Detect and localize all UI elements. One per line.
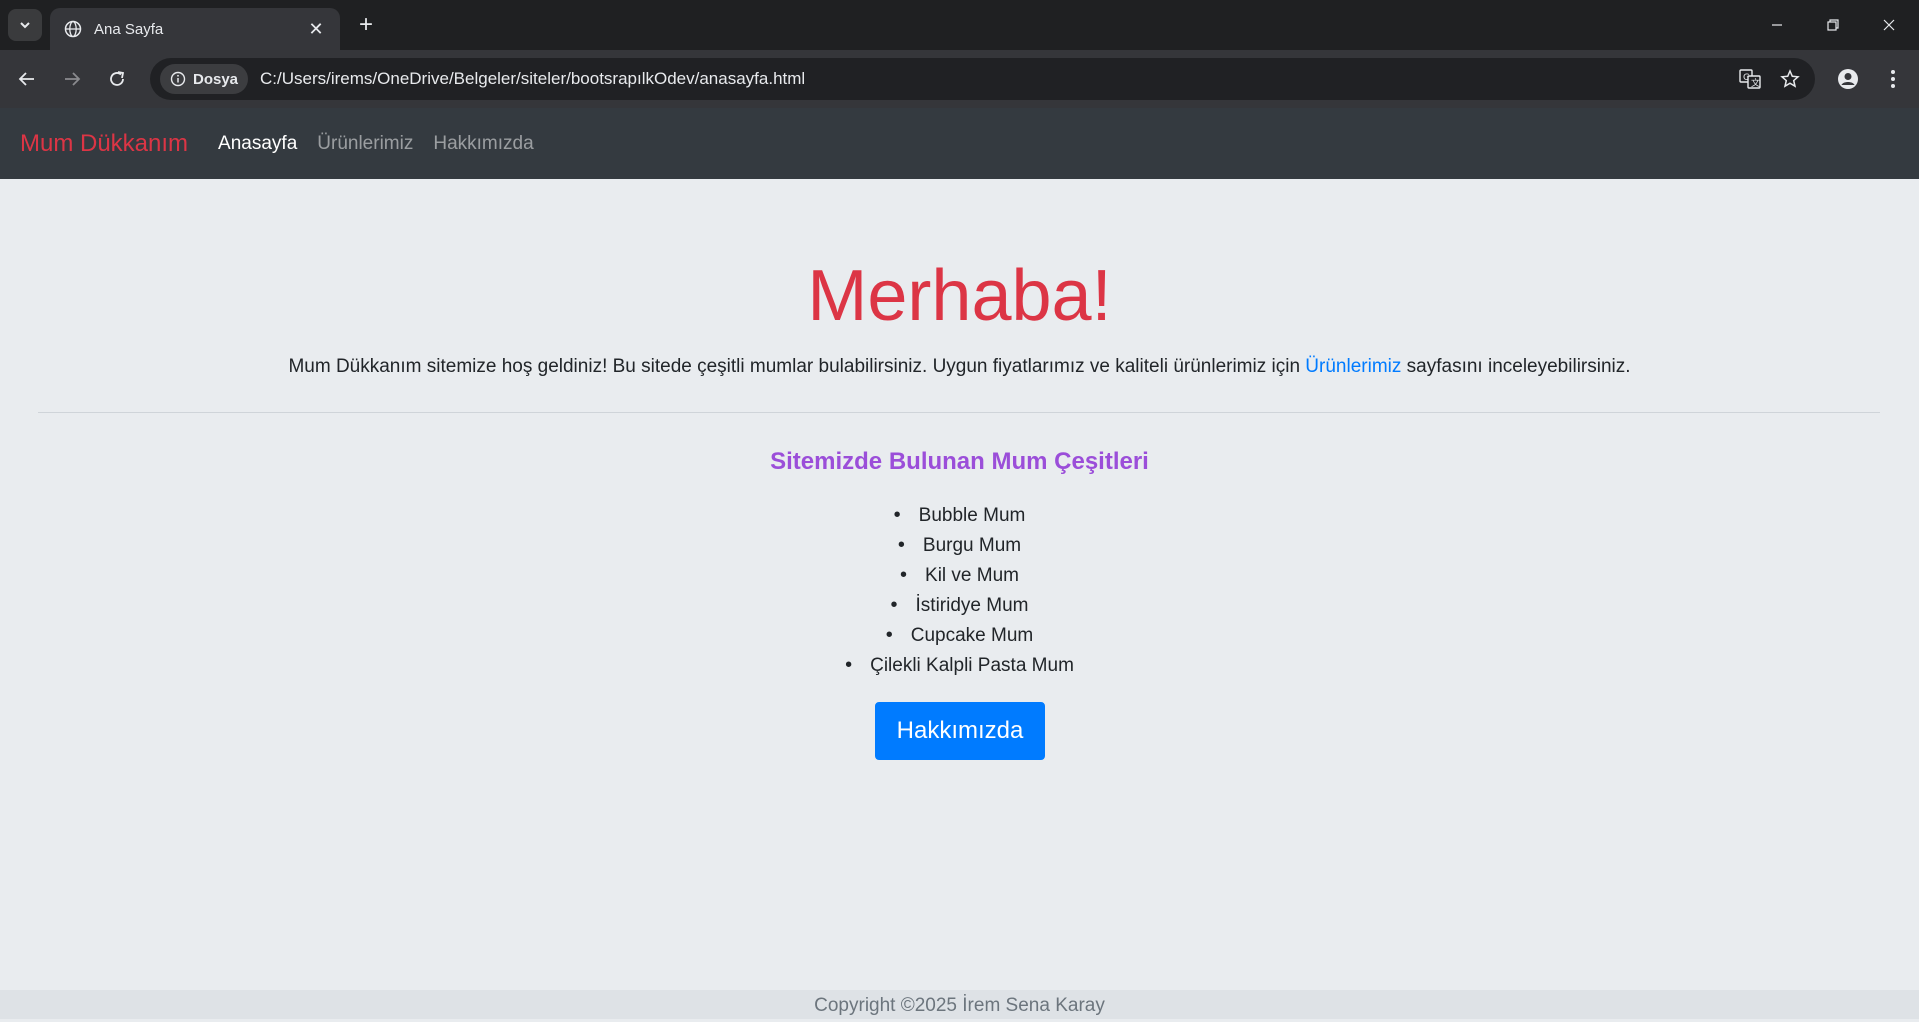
plus-icon[interactable]: +	[352, 12, 380, 40]
lead-text-before: Mum Dükkanım sitemize hoş geldiniz! Bu s…	[288, 356, 1306, 377]
restore-icon[interactable]	[1810, 10, 1856, 40]
tab-title: Ana Sayfa	[94, 20, 164, 38]
list-item: Cupcake Mum	[0, 620, 1919, 650]
close-icon[interactable]: ✕	[306, 19, 326, 40]
site-info-chip[interactable]: Dosya	[160, 64, 249, 94]
list-item: Çilekli Kalpli Pasta Mum	[0, 650, 1919, 680]
hero-title: Merhaba!	[807, 256, 1112, 336]
nav-link-anasayfa[interactable]: Anasayfa	[218, 133, 297, 155]
list-item: Bubble Mum	[0, 500, 1919, 530]
section-title: Sitemizde Bulunan Mum Çeşitleri	[770, 448, 1149, 475]
site-info-label: Dosya	[193, 70, 239, 88]
translate-icon[interactable]: G 文	[1735, 64, 1765, 94]
candle-list: Bubble Mum Burgu Mum Kil ve Mum İstiridy…	[0, 500, 1919, 680]
back-icon[interactable]	[12, 64, 42, 94]
list-item: Burgu Mum	[0, 530, 1919, 560]
svg-text:文: 文	[1751, 77, 1760, 89]
lead-products-link[interactable]: Ürünlerimiz	[1305, 356, 1401, 377]
nav-link-hakkimizda[interactable]: Hakkımızda	[433, 133, 533, 155]
browser-toolbar: Dosya C:/Users/irems/OneDrive/Belgeler/s…	[0, 50, 1919, 108]
globe-icon	[64, 20, 82, 38]
reload-icon[interactable]	[102, 64, 132, 94]
lead-text-after: sayfasını inceleyebilirsiniz.	[1401, 356, 1631, 377]
profile-icon[interactable]	[1833, 64, 1863, 94]
address-bar[interactable]: Dosya C:/Users/irems/OneDrive/Belgeler/s…	[150, 58, 1815, 100]
nav-link-urunlerimiz[interactable]: Ürünlerimiz	[317, 133, 413, 155]
page-viewport: Mum Dükkanım Anasayfa Ürünlerimiz Hakkım…	[0, 108, 1919, 1019]
tab-list-icon	[20, 22, 30, 29]
info-icon	[170, 71, 186, 87]
footer-copyright: Copyright ©2025 İrem Sena Karay	[0, 990, 1919, 1019]
list-item: Kil ve Mum	[0, 560, 1919, 590]
forward-icon[interactable]	[57, 64, 87, 94]
hero-lead: Mum Dükkanım sitemize hoş geldiniz! Bu s…	[0, 356, 1919, 378]
menu-icon[interactable]	[1878, 64, 1908, 94]
divider	[38, 412, 1880, 413]
brand-link[interactable]: Mum Dükkanım	[20, 130, 188, 158]
window-close-icon[interactable]	[1866, 10, 1912, 40]
about-button[interactable]: Hakkımızda	[875, 702, 1045, 760]
url-text[interactable]: C:/Users/irems/OneDrive/Belgeler/siteler…	[260, 69, 1735, 89]
browser-tab[interactable]: Ana Sayfa ✕	[50, 8, 340, 50]
list-item: İstiridye Mum	[0, 590, 1919, 620]
tab-list-button[interactable]	[8, 9, 42, 41]
site-navbar: Mum Dükkanım Anasayfa Ürünlerimiz Hakkım…	[0, 108, 1919, 179]
browser-titlebar: Ana Sayfa ✕ +	[0, 0, 1919, 50]
minimize-icon[interactable]	[1754, 10, 1800, 40]
star-icon[interactable]	[1775, 64, 1805, 94]
